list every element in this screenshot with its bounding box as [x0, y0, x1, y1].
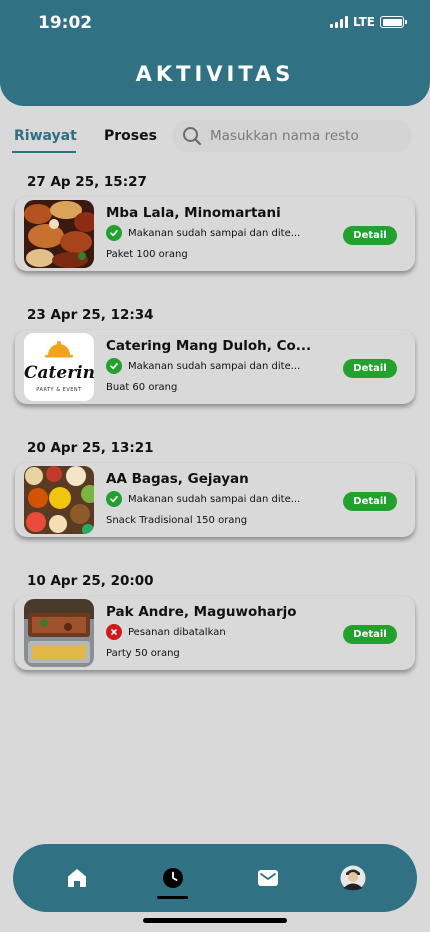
logo-text: Catering: [24, 363, 94, 383]
tab-riwayat[interactable]: Riwayat: [14, 128, 77, 144]
clock-icon[interactable]: [161, 866, 185, 890]
search-input[interactable]: [210, 128, 400, 144]
order-status: Makanan sudah sampai dan dite...: [106, 491, 300, 507]
detail-button[interactable]: Detail: [343, 359, 397, 378]
resto-name: Mba Lala, Minomartani: [106, 205, 281, 221]
detail-button[interactable]: Detail: [343, 226, 397, 245]
order-status: Makanan sudah sampai dan dite...: [106, 225, 300, 241]
order-card[interactable]: Catering PARTY & EVENT Catering Mang Dul…: [15, 330, 415, 404]
order-date: 23 Apr 25, 12:34: [27, 307, 154, 323]
tab-proses[interactable]: Proses: [104, 128, 157, 144]
home-indicator[interactable]: [143, 918, 287, 923]
cancel-circle-icon: [106, 624, 122, 640]
status-text: Makanan sudah sampai dan dite...: [128, 227, 301, 239]
food-photo: [24, 466, 94, 534]
order-description: Snack Tradisional 150 orang: [106, 515, 248, 526]
resto-name: AA Bagas, Gejayan: [106, 471, 249, 487]
order-status: Pesanan dibatalkan: [106, 624, 226, 640]
order-description: Paket 100 orang: [106, 249, 188, 260]
signal-icon: [329, 16, 348, 28]
page-title: AKTIVITAS: [135, 62, 295, 86]
bottom-nav: [13, 844, 417, 912]
logo-subtext: PARTY & EVENT: [36, 387, 82, 393]
status-indicators: LTE: [329, 15, 407, 29]
battery-icon: [380, 16, 407, 28]
order-status: Makanan sudah sampai dan dite...: [106, 358, 300, 374]
order-description: Buat 60 orang: [106, 382, 178, 393]
order-card[interactable]: Mba Lala, Minomartani Makanan sudah samp…: [15, 197, 415, 271]
search-bar[interactable]: [172, 120, 412, 152]
food-photo: [24, 200, 94, 268]
active-nav-indicator: [157, 896, 188, 899]
order-date: 20 Apr 25, 13:21: [27, 440, 154, 456]
search-icon: [183, 127, 202, 146]
status-time: 19:02: [38, 13, 93, 33]
app-header: 19:02 LTE AKTIVITAS: [0, 0, 430, 106]
status-text: Pesanan dibatalkan: [128, 626, 226, 638]
order-card[interactable]: Pak Andre, Maguwoharjo Pesanan dibatalka…: [15, 596, 415, 670]
status-text: Makanan sudah sampai dan dite...: [128, 493, 301, 505]
order-date: 27 Ap 25, 15:27: [27, 174, 147, 190]
mail-icon[interactable]: [256, 866, 280, 890]
profile-avatar[interactable]: [340, 865, 366, 891]
check-circle-icon: [106, 491, 122, 507]
order-card[interactable]: AA Bagas, Gejayan Makanan sudah sampai d…: [15, 463, 415, 537]
order-description: Party 50 orang: [106, 648, 180, 659]
order-date: 10 Apr 25, 20:00: [27, 573, 154, 589]
catering-logo: Catering PARTY & EVENT: [24, 333, 94, 401]
network-label: LTE: [352, 15, 375, 29]
food-photo: [24, 599, 94, 667]
check-circle-icon: [106, 358, 122, 374]
detail-button[interactable]: Detail: [343, 625, 397, 644]
check-circle-icon: [106, 225, 122, 241]
status-text: Makanan sudah sampai dan dite...: [128, 360, 301, 372]
active-tab-indicator: [12, 151, 76, 153]
resto-name: Catering Mang Duloh, Co...: [106, 338, 312, 354]
detail-button[interactable]: Detail: [343, 492, 397, 511]
home-icon[interactable]: [65, 866, 89, 890]
resto-name: Pak Andre, Maguwoharjo: [106, 604, 297, 620]
